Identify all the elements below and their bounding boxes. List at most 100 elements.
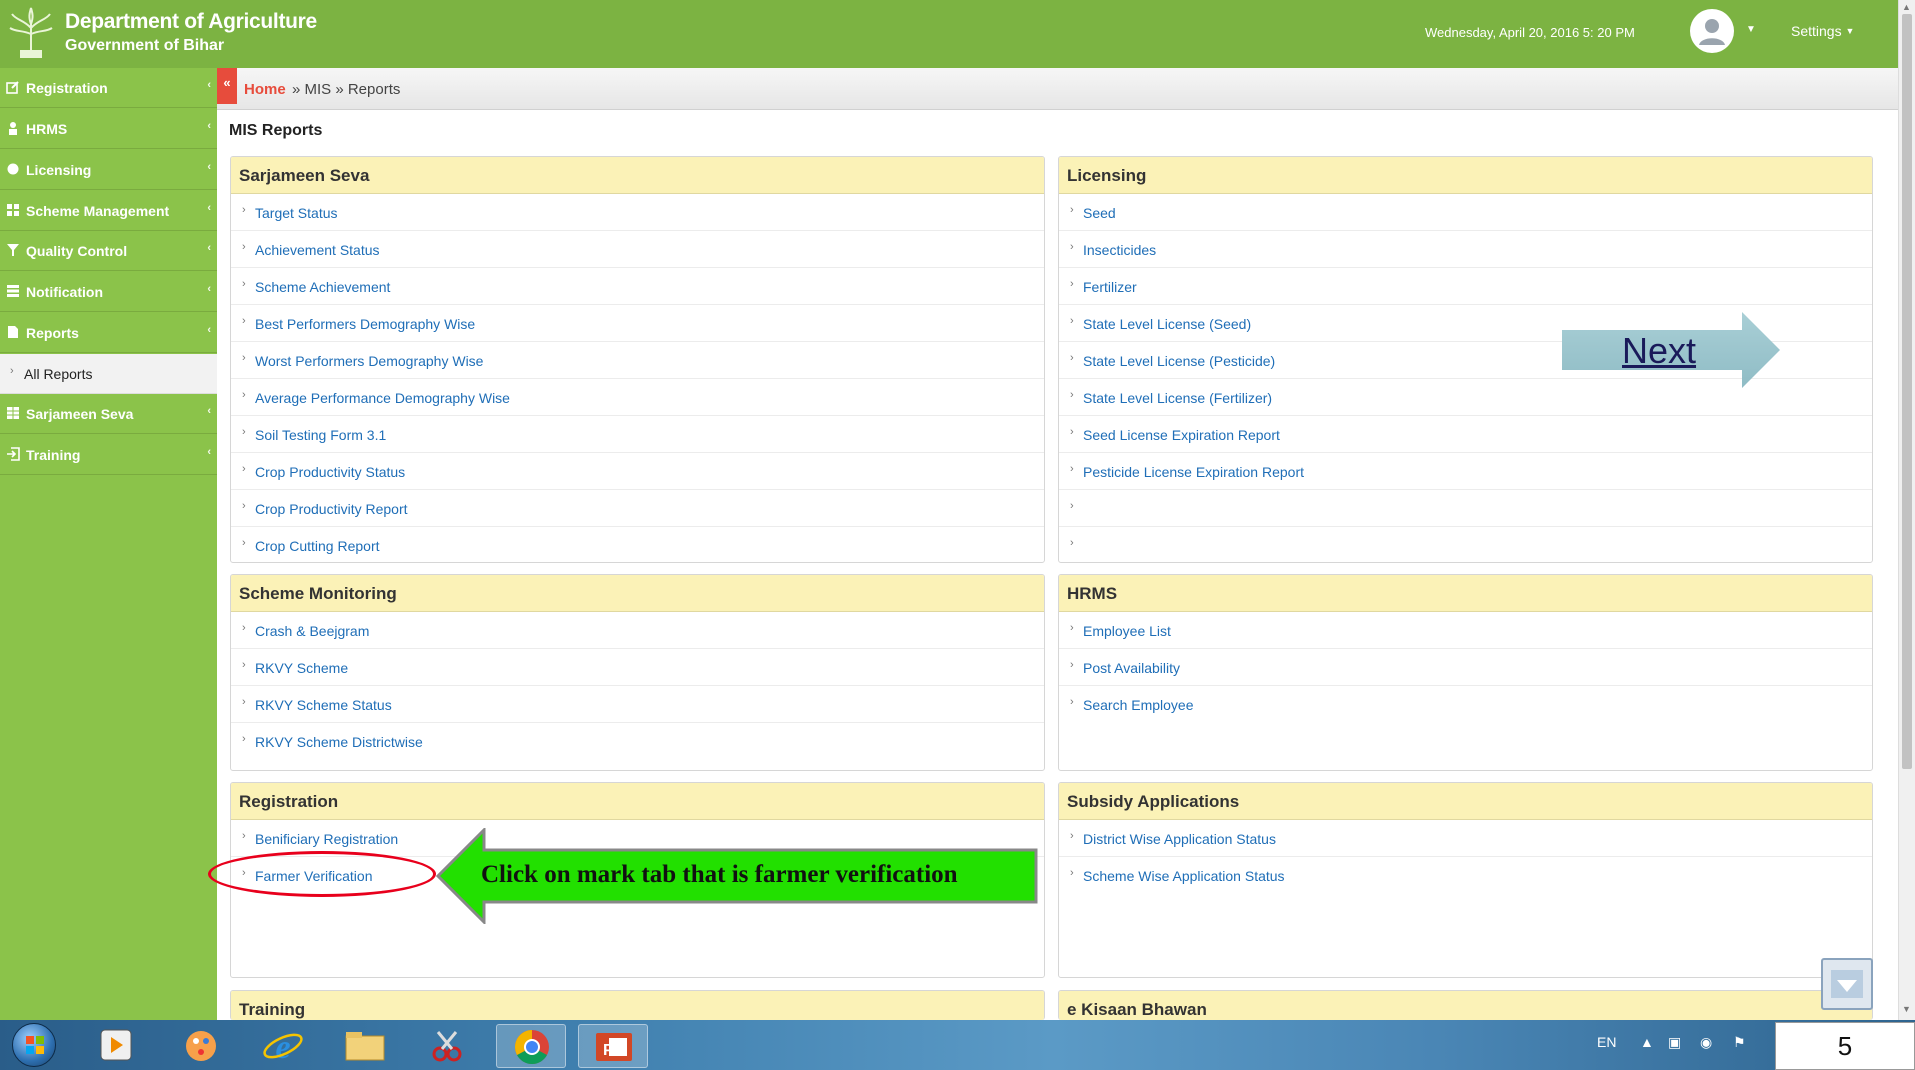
user-avatar[interactable] [1690, 9, 1734, 53]
security-icon[interactable]: ◉ [1700, 1034, 1712, 1051]
report-link[interactable]: Pesticide License Expiration Report [1083, 464, 1304, 480]
sidebar-item-registration[interactable]: Registration ‹ [0, 68, 217, 108]
list-item[interactable]: › Search Employee [1059, 686, 1872, 723]
list-item[interactable]: › RKVY Scheme Districtwise [231, 723, 1044, 760]
report-link[interactable]: Benificiary Registration [255, 831, 398, 847]
report-link[interactable]: Seed License Expiration Report [1083, 427, 1280, 443]
report-link[interactable]: District Wise Application Status [1083, 831, 1276, 847]
sidebar-subitem-all-reports[interactable]: › All Reports [0, 354, 217, 394]
start-button[interactable] [12, 1023, 56, 1067]
paint-icon [186, 1031, 216, 1061]
report-link[interactable]: State Level License (Fertilizer) [1083, 390, 1272, 406]
report-link[interactable]: Post Availability [1083, 660, 1180, 676]
list-item[interactable]: › Scheme Achievement [231, 268, 1044, 305]
list-item[interactable]: › RKVY Scheme [231, 649, 1044, 686]
language-indicator[interactable]: EN [1597, 1034, 1616, 1050]
sidebar-item-scheme-management[interactable]: Scheme Management ‹ [0, 191, 217, 231]
sidebar-item-reports[interactable]: Reports ‹ [0, 313, 217, 353]
list-item[interactable]: › Crop Productivity Report [231, 490, 1044, 527]
bihar-emblem-logo [9, 7, 53, 58]
report-link[interactable]: Target Status [255, 205, 338, 221]
list-item[interactable]: › Seed [1059, 194, 1872, 231]
next-label[interactable]: Next [1622, 330, 1696, 372]
panel-title: Licensing [1059, 157, 1872, 194]
report-link[interactable]: Soil Testing Form 3.1 [255, 427, 386, 443]
chevron-right-icon: › [242, 830, 246, 842]
breadcrumb-home-link[interactable]: Home [244, 81, 286, 98]
taskbar-file-explorer[interactable] [330, 1024, 400, 1068]
report-link[interactable]: Scheme Achievement [255, 279, 390, 295]
taskbar-powerpoint[interactable]: P [578, 1024, 648, 1068]
sidebar-item-sarjameen-seva[interactable]: Sarjameen Seva ‹ [0, 394, 217, 434]
report-link[interactable]: Achievement Status [255, 242, 380, 258]
tray-expand-icon[interactable]: ▲ [1640, 1034, 1654, 1050]
report-link[interactable]: Seed [1083, 205, 1116, 221]
list-item[interactable]: › RKVY Scheme Status [231, 686, 1044, 723]
scroll-down-icon[interactable]: ▼ [1902, 1004, 1911, 1014]
sidebar-item-label: Notification [26, 284, 103, 300]
list-item[interactable]: › [1059, 490, 1872, 527]
action-center-flag-icon[interactable]: ⚑ [1733, 1034, 1746, 1051]
sidebar-item-licensing[interactable]: Licensing ‹ [0, 150, 217, 190]
taskbar-media-player[interactable] [81, 1024, 151, 1068]
sidebar-toggle-button[interactable]: « [217, 68, 237, 104]
report-link[interactable]: Scheme Wise Application Status [1083, 868, 1285, 884]
sidebar-item-hrms[interactable]: HRMS ‹ [0, 109, 217, 149]
report-link[interactable]: Employee List [1083, 623, 1171, 639]
chevron-right-icon: › [1070, 315, 1074, 327]
settings-menu[interactable]: Settings ▼ [1791, 23, 1854, 39]
report-link[interactable]: Worst Performers Demography Wise [255, 353, 483, 369]
report-link[interactable]: Search Employee [1083, 697, 1194, 713]
list-item[interactable]: › Target Status [231, 194, 1044, 231]
report-link[interactable]: Best Performers Demography Wise [255, 316, 475, 332]
panel-title: e Kisaan Bhawan [1059, 991, 1872, 1020]
list-item[interactable]: › District Wise Application Status [1059, 820, 1872, 857]
report-link[interactable]: Crop Productivity Report [255, 501, 408, 517]
list-item[interactable]: › Seed License Expiration Report [1059, 416, 1872, 453]
report-link[interactable]: RKVY Scheme Districtwise [255, 734, 423, 750]
list-item[interactable]: › Insecticides [1059, 231, 1872, 268]
list-item[interactable]: › Crop Productivity Status [231, 453, 1044, 490]
list-item[interactable]: › Scheme Wise Application Status [1059, 857, 1872, 894]
report-link[interactable]: Average Performance Demography Wise [255, 390, 510, 406]
report-link[interactable]: Crop Productivity Status [255, 464, 405, 480]
chevron-icon: ‹ [207, 120, 211, 132]
taskbar-paint[interactable] [166, 1024, 236, 1068]
report-link[interactable]: State Level License (Seed) [1083, 316, 1251, 332]
report-link[interactable]: RKVY Scheme [255, 660, 348, 676]
scroll-down-button[interactable] [1821, 958, 1873, 1010]
sidebar-item-training[interactable]: Training ‹ [0, 435, 217, 475]
list-item[interactable]: › Worst Performers Demography Wise [231, 342, 1044, 379]
list-item[interactable]: › Fertilizer [1059, 268, 1872, 305]
report-link[interactable]: Crop Cutting Report [255, 538, 380, 554]
report-link[interactable]: Insecticides [1083, 242, 1156, 258]
chevron-right-icon: › [1070, 426, 1074, 438]
list-item[interactable]: › [1059, 527, 1872, 562]
user-menu-caret-icon[interactable]: ▼ [1746, 24, 1756, 35]
report-link[interactable]: RKVY Scheme Status [255, 697, 392, 713]
report-link[interactable]: State Level License (Pesticide) [1083, 353, 1275, 369]
taskbar-internet-explorer[interactable]: e [248, 1024, 318, 1068]
list-item[interactable]: › Employee List [1059, 612, 1872, 649]
scroll-up-icon[interactable]: ▲ [1902, 2, 1911, 12]
scrollbar-thumb[interactable] [1902, 14, 1912, 769]
network-icon[interactable]: ▣ [1668, 1034, 1681, 1051]
list-item[interactable]: › Average Performance Demography Wise [231, 379, 1044, 416]
page-scrollbar[interactable]: ▲ ▼ [1898, 0, 1915, 1020]
list-item[interactable]: › Crop Cutting Report [231, 527, 1044, 562]
list-item[interactable]: › Post Availability [1059, 649, 1872, 686]
taskbar-snipping-tool[interactable] [412, 1024, 482, 1068]
sidebar-item-quality-control[interactable]: Quality Control ‹ [0, 231, 217, 271]
chevron-icon: ‹ [207, 283, 211, 295]
report-link[interactable]: Crash & Beejgram [255, 623, 369, 639]
table-icon [7, 407, 19, 419]
report-link[interactable]: Fertilizer [1083, 279, 1137, 295]
list-item[interactable]: › Achievement Status [231, 231, 1044, 268]
list-item[interactable]: › Soil Testing Form 3.1 [231, 416, 1044, 453]
list-item[interactable]: › Pesticide License Expiration Report [1059, 453, 1872, 490]
list-item[interactable]: › Best Performers Demography Wise [231, 305, 1044, 342]
sidebar-item-notification[interactable]: Notification ‹ [0, 272, 217, 312]
chevron-right-icon: › [1070, 537, 1074, 549]
list-item[interactable]: › Crash & Beejgram [231, 612, 1044, 649]
taskbar-chrome[interactable] [496, 1024, 566, 1068]
